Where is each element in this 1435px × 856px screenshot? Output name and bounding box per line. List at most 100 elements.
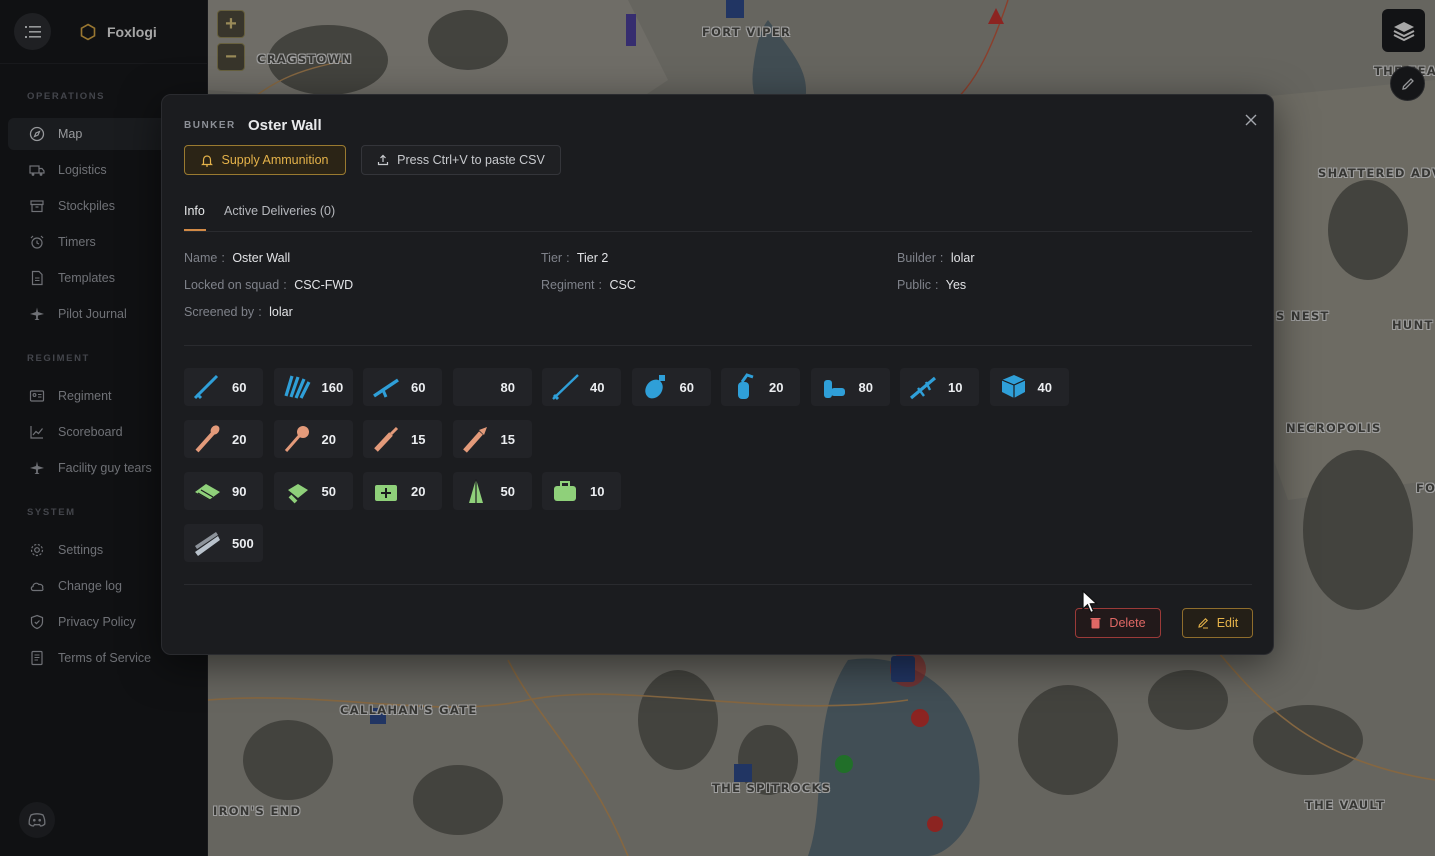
rocket-icon bbox=[369, 424, 403, 454]
resource-quantity: 60 bbox=[232, 379, 247, 395]
field-tier-key: Tier bbox=[541, 251, 563, 265]
resource-quantity: 500 bbox=[232, 535, 254, 551]
field-tier-value: Tier 2 bbox=[576, 251, 609, 265]
resource-quantity: 80 bbox=[500, 379, 515, 395]
field-name-key: Name bbox=[184, 251, 218, 265]
menu-toggle-button[interactable] bbox=[14, 13, 51, 50]
compass-icon bbox=[29, 126, 45, 142]
sidebar-item-label: Stockpiles bbox=[58, 199, 115, 213]
resource-tile: 500 bbox=[184, 524, 263, 562]
info-divider bbox=[184, 345, 1252, 346]
map-label-shattered: SHATTERED ADV bbox=[1318, 166, 1435, 180]
edit-button[interactable]: Edit bbox=[1182, 608, 1253, 638]
map-label-callahans-gate: CALLAHAN'S GATE bbox=[340, 703, 478, 717]
resource-tile: 60 bbox=[363, 368, 442, 406]
rifle-icon bbox=[190, 372, 224, 402]
sidebar-item-label: Privacy Policy bbox=[58, 615, 136, 629]
map-label-s-nest: S NEST bbox=[1276, 309, 1330, 323]
field-builder: Builder: lolar bbox=[897, 251, 975, 265]
section-regiment: REGIMENT bbox=[27, 353, 90, 364]
resource-quantity: 20 bbox=[321, 431, 336, 447]
field-regiment: Regiment: CSC bbox=[541, 278, 636, 292]
map-label-spitrocks: THE SPITROCKS bbox=[712, 781, 832, 795]
trauma-kit-icon bbox=[280, 476, 314, 506]
supply-ammunition-button[interactable]: Supply Ammunition bbox=[184, 145, 346, 175]
field-name-value: Oster Wall bbox=[232, 251, 291, 265]
sidebar-item-label: Templates bbox=[58, 271, 115, 285]
resource-quantity: 80 bbox=[858, 379, 873, 395]
zoom-out-button[interactable]: − bbox=[217, 43, 245, 71]
shield-icon bbox=[30, 614, 44, 630]
resource-quantity: 15 bbox=[500, 431, 515, 447]
map-label-fort-viper: FORT VIPER bbox=[702, 25, 792, 39]
discord-button[interactable] bbox=[19, 802, 55, 838]
pencil-icon bbox=[1198, 618, 1208, 629]
mace-icon bbox=[280, 424, 314, 454]
tab-active-deliveries[interactable]: Active Deliveries (0) bbox=[224, 204, 335, 218]
resource-quantity: 90 bbox=[232, 483, 247, 499]
sidebar-item-label: Regiment bbox=[58, 389, 112, 403]
resource-tile: 60 bbox=[631, 368, 711, 406]
paste-csv-button[interactable]: Press Ctrl+V to paste CSV bbox=[361, 145, 561, 175]
resource-tile: 50 bbox=[273, 472, 353, 510]
resource-quantity: 20 bbox=[411, 483, 426, 499]
bell-icon bbox=[201, 154, 214, 167]
supply-bag-icon bbox=[548, 476, 582, 506]
map-label-irons-end: IRON'S END bbox=[213, 804, 302, 818]
resource-tile: 20 bbox=[363, 472, 442, 510]
field-regiment-key: Regiment bbox=[541, 278, 595, 292]
field-builder-key: Builder bbox=[897, 251, 936, 265]
field-builder-value: lolar bbox=[950, 251, 975, 265]
section-system: SYSTEM bbox=[27, 507, 76, 518]
rpg-icon bbox=[190, 424, 224, 454]
bunker-dialog: BUNKER Oster Wall Supply Ammunition Pres… bbox=[161, 94, 1274, 655]
field-public-value: Yes bbox=[945, 278, 967, 292]
resource-tile: 20 bbox=[273, 420, 353, 458]
sidebar-item-label: Terms of Service bbox=[58, 651, 152, 665]
resource-tile: 10 bbox=[900, 368, 979, 406]
machine-gun-icon bbox=[906, 372, 940, 402]
mortar-shells-icon bbox=[817, 372, 851, 402]
edit-label: Edit bbox=[1216, 616, 1239, 630]
truck-icon bbox=[29, 165, 45, 176]
zoom-in-button[interactable]: + bbox=[217, 10, 245, 38]
field-locked-key: Locked on squad bbox=[184, 278, 280, 292]
archive-icon bbox=[30, 200, 44, 213]
dialog-title: Oster Wall bbox=[248, 117, 322, 134]
steel-beams-icon bbox=[190, 528, 224, 558]
bandage-icon bbox=[190, 476, 224, 506]
resource-quantity: 60 bbox=[411, 379, 426, 395]
map-label-the-vault: THE VAULT bbox=[1305, 798, 1386, 812]
layers-icon bbox=[1393, 21, 1414, 41]
alarm-icon bbox=[30, 235, 44, 249]
upload-icon bbox=[378, 154, 389, 166]
medkit-icon bbox=[369, 476, 403, 506]
ammo-belt-icon bbox=[280, 372, 314, 402]
resource-tile: 90 bbox=[184, 472, 263, 510]
sidebar-header: Foxlogi bbox=[0, 0, 207, 64]
document-icon bbox=[31, 650, 43, 666]
tab-info[interactable]: Info bbox=[184, 204, 205, 218]
resource-tile: 40 bbox=[989, 368, 1069, 406]
paste-csv-label: Press Ctrl+V to paste CSV bbox=[397, 153, 545, 167]
sidebar-item-label: Settings bbox=[58, 543, 104, 557]
mouse-cursor-icon bbox=[1082, 590, 1098, 614]
chart-line-icon bbox=[30, 426, 43, 439]
resource-tile: 20 bbox=[184, 420, 263, 458]
draw-button[interactable] bbox=[1390, 66, 1425, 101]
field-locked-value: CSC-FWD bbox=[294, 278, 354, 292]
map-label-fo: FO bbox=[1416, 481, 1435, 495]
field-public-key: Public bbox=[897, 278, 932, 292]
sidebar-item-label: Map bbox=[58, 127, 83, 141]
resource-tile: 15 bbox=[452, 420, 532, 458]
resource-tile: 60 bbox=[184, 368, 263, 406]
field-screened-value: lolar bbox=[269, 305, 293, 319]
discord-icon bbox=[28, 813, 46, 827]
layers-button[interactable] bbox=[1382, 9, 1425, 52]
map-label-necropolis: NECROPOLIS bbox=[1286, 421, 1382, 435]
resource-quantity: 15 bbox=[411, 431, 426, 447]
close-button[interactable] bbox=[1241, 110, 1261, 130]
resource-quantity: 60 bbox=[679, 379, 694, 395]
app-logo[interactable]: Foxlogi bbox=[79, 23, 157, 41]
sidebar-item-label: Pilot Journal bbox=[58, 307, 127, 321]
